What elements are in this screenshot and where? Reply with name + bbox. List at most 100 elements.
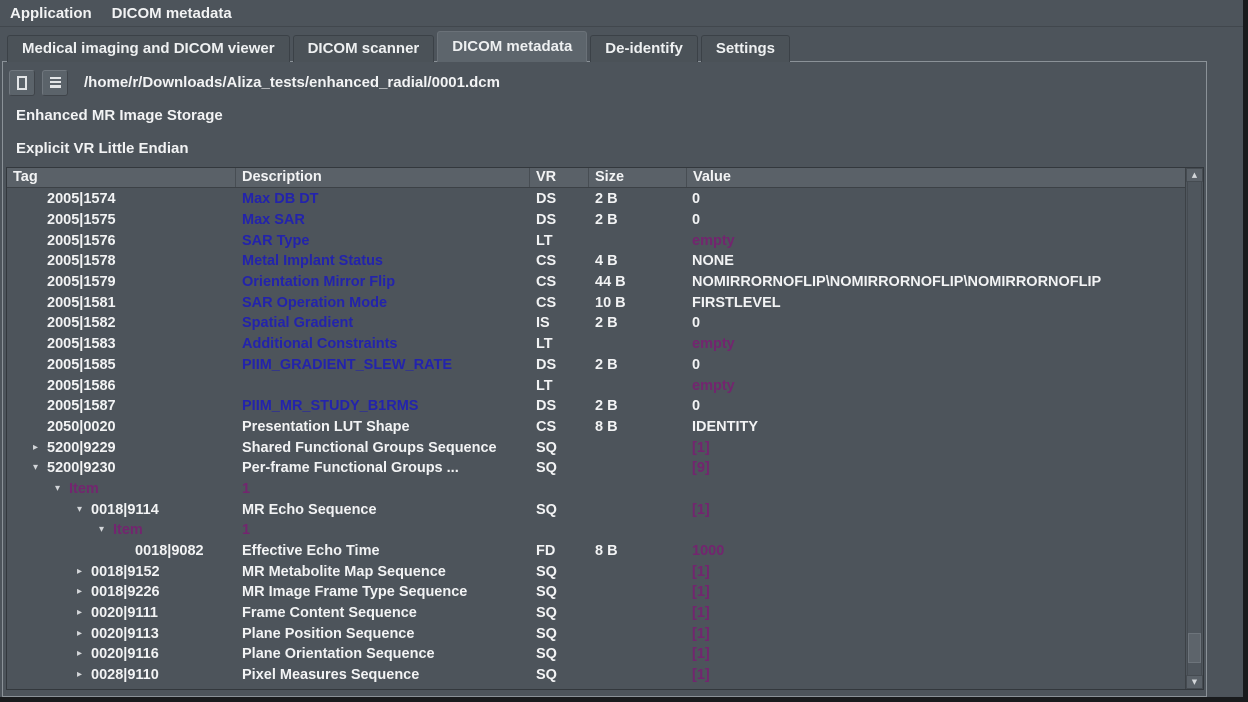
value-cell: 0 <box>687 315 1185 331</box>
description-cell: Shared Functional Groups Sequence <box>236 440 530 456</box>
table-row[interactable]: ▾5200|9230Per-frame Functional Groups ..… <box>7 458 1185 479</box>
description-cell: 1 <box>236 522 530 538</box>
tab-dicom-metadata[interactable]: DICOM metadata <box>437 31 587 62</box>
sop-class-label: Enhanced MR Image Storage <box>16 107 223 124</box>
value-cell: empty <box>687 336 1185 352</box>
up-arrow-icon: ▲ <box>1192 171 1197 179</box>
tree-collapsed-icon[interactable]: ▸ <box>77 608 91 618</box>
tag-cell: 2005|1586 <box>7 378 236 394</box>
table-row[interactable]: ▸5200|9229Shared Functional Groups Seque… <box>7 437 1185 458</box>
size-cell: 10 B <box>589 295 687 311</box>
vr-cell: LT <box>530 336 589 352</box>
table-row[interactable]: ▸0020|9113Plane Position SequenceSQ[1] <box>7 623 1185 644</box>
table-row[interactable]: 2050|0020Presentation LUT ShapeCS8 BIDEN… <box>7 417 1185 438</box>
scrollbar-track[interactable] <box>1187 182 1202 675</box>
column-header-value[interactable]: Value <box>687 168 1203 187</box>
tag-label: 2005|1575 <box>47 212 116 228</box>
value-cell: NONE <box>687 253 1185 269</box>
open-file-button[interactable] <box>9 70 35 96</box>
value-cell: empty <box>687 233 1185 249</box>
tree-collapsed-icon[interactable]: ▸ <box>77 670 91 680</box>
table-row[interactable]: ▸[1] <box>7 686 1185 690</box>
tree-expanded-icon[interactable]: ▾ <box>99 525 113 535</box>
tree-collapsed-icon[interactable]: ▸ <box>77 587 91 597</box>
table-row[interactable]: ▾0018|9114MR Echo SequenceSQ[1] <box>7 499 1185 520</box>
table-row[interactable]: ▸0018|9152MR Metabolite Map SequenceSQ[1… <box>7 561 1185 582</box>
tree-expanded-icon[interactable]: ▾ <box>55 484 69 494</box>
description-cell: PIIM_GRADIENT_SLEW_RATE <box>236 357 530 373</box>
tree-expanded-icon[interactable]: ▾ <box>77 505 91 515</box>
column-header-tag[interactable]: Tag <box>7 168 236 187</box>
size-cell: 2 B <box>589 315 687 331</box>
table-row[interactable]: 2005|1587PIIM_MR_STUDY_B1RMSDS2 B0 <box>7 396 1185 417</box>
table-row[interactable]: 2005|1585PIIM_GRADIENT_SLEW_RATEDS2 B0 <box>7 355 1185 376</box>
table-row[interactable]: 2005|1574Max DB DTDS2 B0 <box>7 189 1185 210</box>
table-row[interactable]: 0018|9082Effective Echo TimeFD8 B1000 <box>7 541 1185 562</box>
vertical-scrollbar[interactable]: ▲ ▼ <box>1185 168 1203 689</box>
value-cell: 0 <box>687 357 1185 373</box>
column-header-description[interactable]: Description <box>236 168 530 187</box>
description-cell: Plane Orientation Sequence <box>236 646 530 662</box>
menu-application[interactable]: Application <box>0 5 102 22</box>
tree-expanded-icon[interactable]: ▾ <box>33 463 47 473</box>
tree-collapsed-icon[interactable]: ▸ <box>33 443 47 453</box>
table-row[interactable]: ▸0020|9116Plane Orientation SequenceSQ[1… <box>7 644 1185 665</box>
tag-label: 2005|1579 <box>47 274 116 290</box>
tag-label: 2005|1574 <box>47 191 116 207</box>
table-row[interactable]: 2005|1578Metal Implant StatusCS4 BNONE <box>7 251 1185 272</box>
tree-collapsed-icon[interactable]: ▸ <box>77 649 91 659</box>
table-row[interactable]: ▾Item 1 <box>7 520 1185 541</box>
value-cell: IDENTITY <box>687 419 1185 435</box>
table-row[interactable]: 2005|1583Additional ConstraintsLTempty <box>7 334 1185 355</box>
value-cell: [1] <box>687 564 1185 580</box>
tag-label: Item <box>113 522 143 538</box>
description-cell: Max SAR <box>236 212 530 228</box>
stop-scan-button[interactable] <box>42 70 68 96</box>
tag-label: 0018|9152 <box>91 564 160 580</box>
tag-label: Item <box>69 481 99 497</box>
tag-cell: ▾0018|9114 <box>7 502 236 518</box>
tab-bar: Medical imaging and DICOM viewer DICOM s… <box>7 33 793 62</box>
scrollbar-thumb[interactable] <box>1188 633 1201 663</box>
scroll-up-button[interactable]: ▲ <box>1186 168 1203 182</box>
table-row[interactable]: ▸0020|9111Frame Content SequenceSQ[1] <box>7 603 1185 624</box>
table-row[interactable]: 2005|1582Spatial GradientIS2 B0 <box>7 313 1185 334</box>
column-header-size[interactable]: Size <box>589 168 687 187</box>
tree-collapsed-icon[interactable]: ▸ <box>77 567 91 577</box>
table-row[interactable]: 2005|1586LTempty <box>7 375 1185 396</box>
menu-dicom-metadata[interactable]: DICOM metadata <box>102 5 242 22</box>
table-row[interactable]: ▸0018|9226MR Image Frame Type SequenceSQ… <box>7 582 1185 603</box>
value-cell: [1] <box>687 646 1185 662</box>
table-row[interactable]: 2005|1576SAR TypeLTempty <box>7 230 1185 251</box>
description-cell: Metal Implant Status <box>236 253 530 269</box>
tab-de-identify[interactable]: De-identify <box>590 35 698 62</box>
size-cell: 8 B <box>589 543 687 559</box>
size-cell: 2 B <box>589 191 687 207</box>
tab-dicom-scanner[interactable]: DICOM scanner <box>293 35 435 62</box>
table-row[interactable]: ▸0028|9110Pixel Measures SequenceSQ[1] <box>7 665 1185 686</box>
table-row[interactable]: 2005|1579Orientation Mirror FlipCS44 BNO… <box>7 272 1185 293</box>
tab-settings[interactable]: Settings <box>701 35 790 62</box>
tag-cell: ▸5200|9229 <box>7 440 236 456</box>
table-row[interactable]: ▾Item1 <box>7 479 1185 500</box>
column-header-vr[interactable]: VR <box>530 168 589 187</box>
table-row[interactable]: 2005|1581SAR Operation ModeCS10 BFIRSTLE… <box>7 292 1185 313</box>
description-cell: Presentation LUT Shape <box>236 419 530 435</box>
tag-label: 2005|1587 <box>47 398 116 414</box>
tab-medical-imaging-viewer[interactable]: Medical imaging and DICOM viewer <box>7 35 290 62</box>
tag-label: 2005|1581 <box>47 295 116 311</box>
tag-label: 2005|1583 <box>47 336 116 352</box>
tag-label: 0020|9111 <box>91 605 158 621</box>
transfer-syntax-label: Explicit VR Little Endian <box>16 140 189 157</box>
size-cell: 2 B <box>589 357 687 373</box>
vr-cell: DS <box>530 191 589 207</box>
tag-label: 5200|9229 <box>47 440 116 456</box>
value-cell: 0 <box>687 398 1185 414</box>
scroll-down-button[interactable]: ▼ <box>1186 675 1203 689</box>
table-row[interactable]: 2005|1575Max SARDS2 B0 <box>7 210 1185 231</box>
tag-cell: ▾Item <box>7 481 236 497</box>
description-cell: SAR Operation Mode <box>236 295 530 311</box>
vr-cell: DS <box>530 357 589 373</box>
tree-collapsed-icon[interactable]: ▸ <box>77 629 91 639</box>
vr-cell: SQ <box>530 502 589 518</box>
